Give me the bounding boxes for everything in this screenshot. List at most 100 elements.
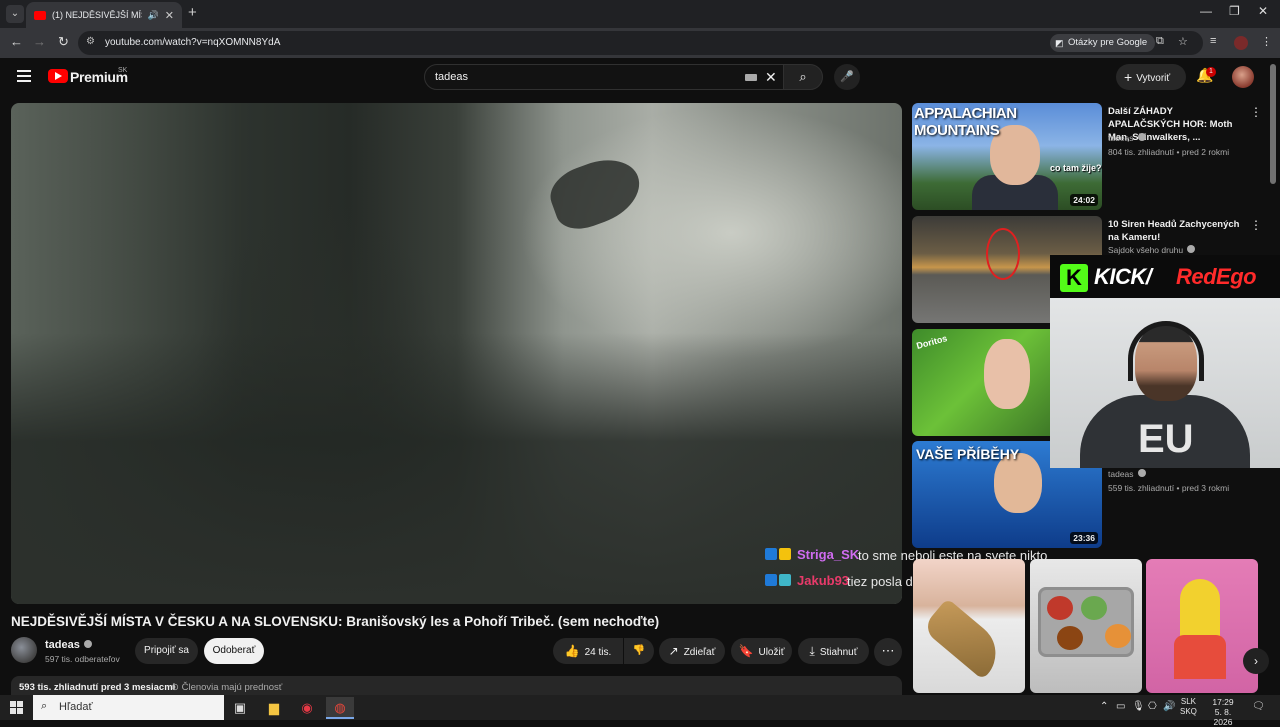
thumbnail-caption: Doritos	[915, 333, 949, 351]
chat-username: Jakub93	[797, 573, 850, 588]
verified-icon	[1137, 469, 1146, 477]
profile-avatar-icon[interactable]	[1234, 36, 1248, 50]
recommendation-channel[interactable]: tadeas	[1108, 133, 1146, 143]
voice-search-icon[interactable]: 🎤	[834, 64, 860, 90]
search-button[interactable]: ⌕	[783, 64, 823, 90]
platform-name: KICK/	[1094, 264, 1152, 290]
windows-start-icon[interactable]	[10, 701, 23, 714]
youtube-header: Premium SK tadeas ✕ ⌕ 🎤 + Vytvoriť 🔔 1	[0, 58, 1280, 96]
youtube-logo-icon[interactable]	[48, 69, 68, 83]
install-app-icon[interactable]: ⧉	[1156, 35, 1164, 48]
page-scrollbar[interactable]	[1270, 64, 1276, 184]
channel-name[interactable]: Sajdok všeho druhu	[1108, 245, 1183, 255]
join-button[interactable]: Pripojiť sa	[135, 638, 198, 664]
recommendation-title[interactable]: 10 Siren Headů Zachycených na Kameru!	[1108, 218, 1242, 244]
search-input[interactable]: tadeas ✕	[424, 64, 784, 90]
shorts-thumbnail[interactable]	[1146, 559, 1258, 693]
more-actions-button[interactable]: ⋯	[874, 638, 902, 666]
create-button[interactable]: + Vytvoriť	[1116, 64, 1186, 90]
chat-badge-icon	[765, 574, 777, 586]
video-player[interactable]	[11, 103, 902, 604]
chrome-app-icon[interactable]: ◍	[326, 697, 354, 719]
audio-playing-icon[interactable]: 🔊	[148, 10, 159, 21]
channel-name[interactable]: tadeas	[45, 639, 80, 651]
new-tab-button[interactable]: +	[188, 4, 197, 21]
notifications-center-icon[interactable]: 🗨	[1252, 701, 1265, 712]
volume-icon[interactable]: 🔊	[1163, 701, 1175, 712]
recommendation-menu-icon[interactable]: ⋮	[1250, 218, 1262, 232]
browser-toolbar: ← → ↻ ⚙ youtube.com/watch?v=nqXOMNN8YdA …	[0, 28, 1280, 58]
recommendation-thumbnail[interactable]: APPALACHIAN MOUNTAINS co tam žije? 24:02	[912, 103, 1102, 210]
media-control-icon[interactable]: ≡	[1210, 35, 1216, 47]
search-icon: ⌕	[41, 700, 48, 712]
microphone-icon[interactable]: 🎙	[1132, 701, 1145, 712]
separator: /	[1145, 264, 1152, 289]
obs-app-icon[interactable]: ◉	[293, 697, 321, 719]
network-icon[interactable]: ⎔	[1148, 701, 1157, 712]
save-label: Uložiť	[758, 647, 785, 658]
unsubscribe-button[interactable]: Odoberať	[204, 638, 264, 664]
channel-name[interactable]: tadeas	[1108, 133, 1134, 143]
verified-icon	[1187, 245, 1196, 253]
google-questions-button[interactable]: Otázky pre Google	[1050, 34, 1156, 52]
restore-window-button[interactable]: ❐	[1229, 4, 1240, 18]
shorts-thumbnail[interactable]	[1030, 559, 1142, 693]
share-button[interactable]: ↗ Zdieľať	[659, 638, 725, 664]
account-avatar[interactable]	[1232, 66, 1254, 88]
keyboard-layout: SKQ	[1180, 707, 1197, 716]
keyboard-icon[interactable]	[745, 74, 757, 81]
shorts-thumbnail[interactable]	[913, 559, 1025, 693]
browser-tab-active[interactable]: (1) NEJDĚSIVĚJŠÍ MÍSTA V Č 🔊 ✕	[26, 2, 182, 28]
save-button[interactable]: 🔖 Uložiť	[731, 638, 792, 664]
shorts-lunchbox-image	[1038, 587, 1134, 657]
share-icon: ↗	[668, 644, 679, 658]
hamburger-menu-icon[interactable]	[17, 70, 31, 82]
dislike-button[interactable]: 👎	[624, 638, 654, 664]
back-arrow-icon[interactable]: ←	[10, 34, 23, 49]
plus-icon: +	[1124, 69, 1133, 85]
channel-avatar[interactable]	[11, 637, 37, 663]
channel-name-row[interactable]: tadeas	[45, 639, 92, 651]
close-tab-icon[interactable]: ✕	[165, 9, 174, 22]
recommendation-channel[interactable]: tadeas	[1108, 469, 1146, 479]
create-label: Vytvoriť	[1136, 73, 1171, 84]
recommendation-channel[interactable]: Sajdok všeho druhu	[1108, 245, 1196, 255]
clock-time: 17:29	[1212, 697, 1234, 707]
minimize-window-button[interactable]: —	[1200, 4, 1212, 18]
like-count: 24 tis.	[584, 647, 612, 658]
taskbar-clock[interactable]: 17:29 5. 8. 2026	[1206, 697, 1240, 727]
channel-name[interactable]: tadeas	[1108, 469, 1134, 479]
kick-logo-icon: K	[1060, 264, 1088, 292]
download-icon: ⤓	[809, 644, 815, 658]
tray-app-icon[interactable]: ▭	[1116, 701, 1125, 712]
crown-badge-icon	[779, 548, 791, 560]
members-first-label: Členovia majú prednosť	[181, 682, 283, 693]
clock-date: 5. 8. 2026	[1213, 707, 1233, 727]
video-title: NEJDĚSIVĚJŠÍ MÍSTA V ČESKU A NA SLOVENSK…	[11, 614, 660, 629]
taskbar-search-input[interactable]: ⌕ Hľadať	[33, 695, 224, 720]
download-button[interactable]: ⤓ Stiahnuť	[798, 638, 869, 664]
search-query[interactable]: tadeas	[435, 71, 468, 83]
forward-arrow-icon[interactable]: →	[33, 34, 46, 49]
site-info-icon[interactable]: ⚙	[86, 36, 95, 47]
tab-search-dropdown[interactable]: ⌄	[6, 5, 24, 23]
bookmark-star-icon[interactable]: ☆	[1178, 35, 1188, 48]
browser-tab-bar: ⌄ (1) NEJDĚSIVĚJŠÍ MÍSTA V Č 🔊 ✕ + — ❐ ✕	[0, 0, 1280, 28]
share-label: Zdieľať	[683, 647, 716, 658]
url-text[interactable]: youtube.com/watch?v=nqXOMNN8YdA	[105, 37, 280, 48]
address-bar[interactable]: ⚙ youtube.com/watch?v=nqXOMNN8YdA Otázky…	[78, 31, 1203, 55]
tray-overflow-icon[interactable]: ⌃	[1100, 701, 1108, 712]
highlight-circle	[986, 228, 1020, 280]
browser-menu-icon[interactable]: ⋮	[1261, 35, 1272, 48]
shorts-next-arrow-icon[interactable]: ›	[1243, 648, 1269, 674]
close-window-button[interactable]: ✕	[1258, 4, 1268, 18]
views-and-date: 593 tis. zhliadnutí pred 3 mesiacmi	[19, 682, 176, 693]
task-view-icon[interactable]: ▣	[226, 697, 254, 719]
reload-icon[interactable]: ↻	[58, 34, 69, 50]
clear-search-icon[interactable]: ✕	[765, 69, 777, 86]
input-language[interactable]: SLK SKQ	[1180, 697, 1197, 717]
file-explorer-icon[interactable]: ▆	[260, 697, 288, 719]
like-button[interactable]: 👍 24 tis.	[553, 638, 623, 664]
recommendation-menu-icon[interactable]: ⋮	[1250, 105, 1262, 119]
thumbs-down-icon: 👎	[632, 645, 646, 656]
